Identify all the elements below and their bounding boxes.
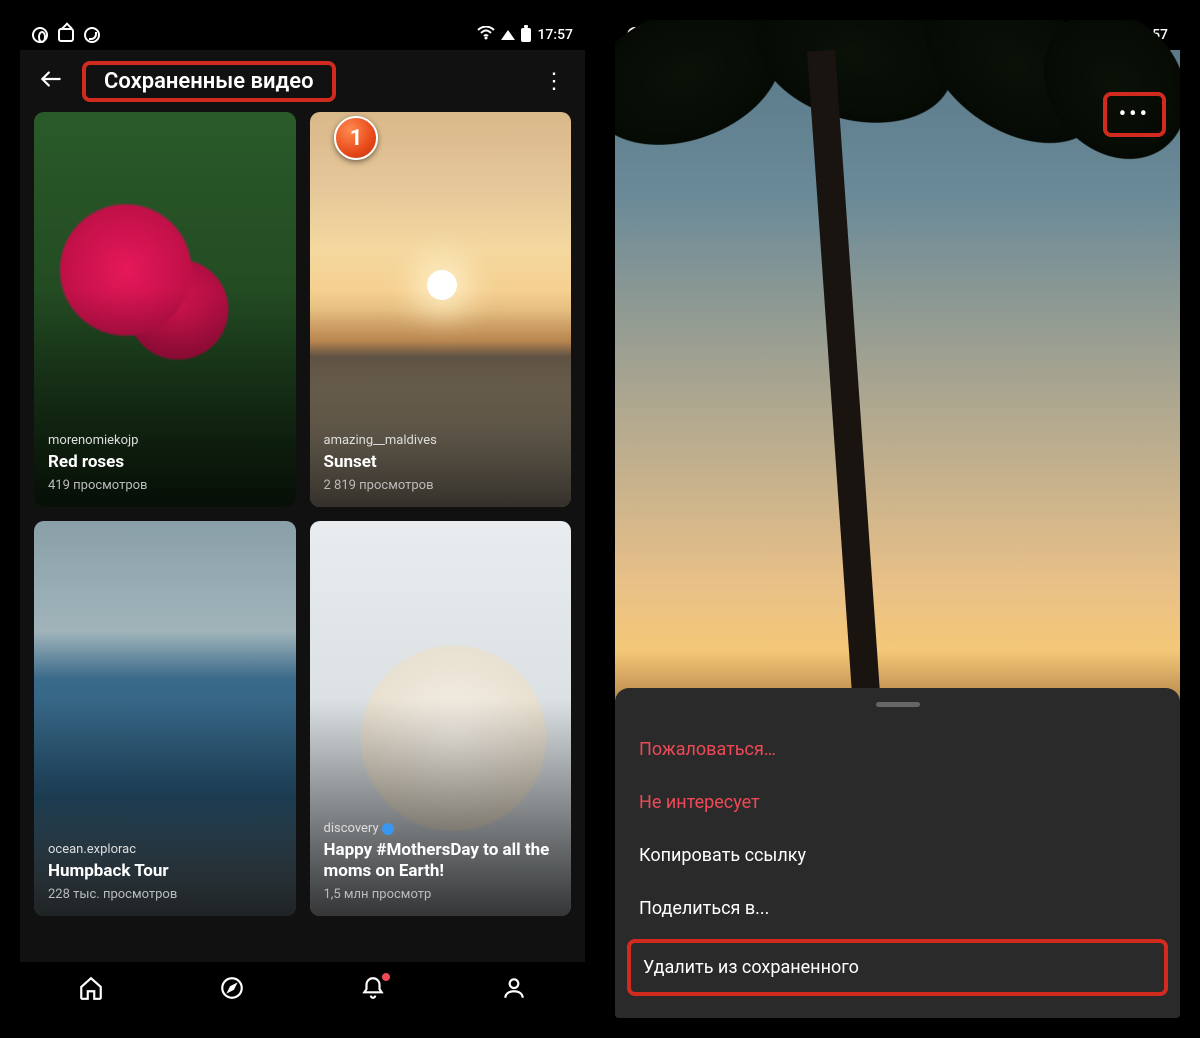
opera-icon [32, 27, 48, 43]
wifi-icon [477, 26, 495, 44]
video-player[interactable]: ••• Пожаловаться… Не интересует Копирова… [615, 50, 1180, 1018]
card-title: Red roses [48, 452, 282, 472]
video-card[interactable]: ocean.explorac Humpback Tour 228 тыс. пр… [34, 521, 296, 916]
battery-icon [521, 28, 531, 42]
card-title: Humpback Tour [48, 861, 282, 881]
video-card[interactable]: amazing__maldives Sunset 2 819 просмотро… [310, 112, 572, 507]
card-title: Happy #MothersDay to all the moms on Ear… [324, 840, 558, 881]
sheet-handle[interactable] [876, 702, 920, 707]
home-icon[interactable] [78, 975, 104, 1005]
menu-report[interactable]: Пожаловаться… [615, 723, 1180, 776]
menu-share[interactable]: Поделиться в... [615, 882, 1180, 935]
profile-icon[interactable] [501, 975, 527, 1005]
signal-icon [501, 30, 515, 40]
back-arrow-icon[interactable] [38, 66, 64, 96]
app-header: Сохраненные видео ⋮ [20, 50, 585, 112]
callout-badge-1: 1 [334, 116, 378, 160]
status-bar: 17:57 [20, 20, 585, 50]
page-title: Сохраненные видео [82, 61, 336, 102]
menu-not-interested[interactable]: Не интересует [615, 776, 1180, 829]
bottom-nav [20, 962, 585, 1018]
video-grid: morenomiekojp Red roses 419 просмотров a… [20, 112, 585, 962]
card-views: 228 тыс. просмотров [48, 887, 282, 902]
phone-saved-videos: 17:57 Сохраненные видео ⋮ morenomiekojp … [20, 20, 585, 1018]
more-icon[interactable]: ••• [1103, 92, 1166, 137]
igtv-icon [58, 28, 74, 42]
card-user: amazing__maldives [324, 433, 558, 448]
card-user: discovery [324, 821, 558, 836]
card-user: ocean.explorac [48, 842, 282, 857]
video-card[interactable]: morenomiekojp Red roses 419 просмотров [34, 112, 296, 507]
card-views: 419 просмотров [48, 478, 282, 493]
more-icon[interactable]: ⋮ [543, 69, 567, 94]
phone-video-menu: 17:57 ••• Пожаловаться… Не интересует Ко… [615, 20, 1180, 1018]
status-time: 17:57 [537, 27, 573, 43]
card-title: Sunset [324, 452, 558, 472]
menu-remove-saved[interactable]: Удалить из сохраненного [627, 939, 1168, 996]
card-user: morenomiekojp [48, 433, 282, 448]
action-sheet: Пожаловаться… Не интересует Копировать с… [615, 688, 1180, 1018]
menu-copy-link[interactable]: Копировать ссылку [615, 829, 1180, 882]
video-card[interactable]: discovery Happy #MothersDay to all the m… [310, 521, 572, 916]
decorative-palm [807, 50, 881, 709]
card-views: 2 819 просмотров [324, 478, 558, 493]
shazam-icon [84, 27, 100, 43]
card-views: 1,5 млн просмотр [324, 887, 558, 902]
activity-icon[interactable] [360, 975, 386, 1005]
verified-icon [382, 823, 394, 835]
explore-icon[interactable] [219, 975, 245, 1005]
